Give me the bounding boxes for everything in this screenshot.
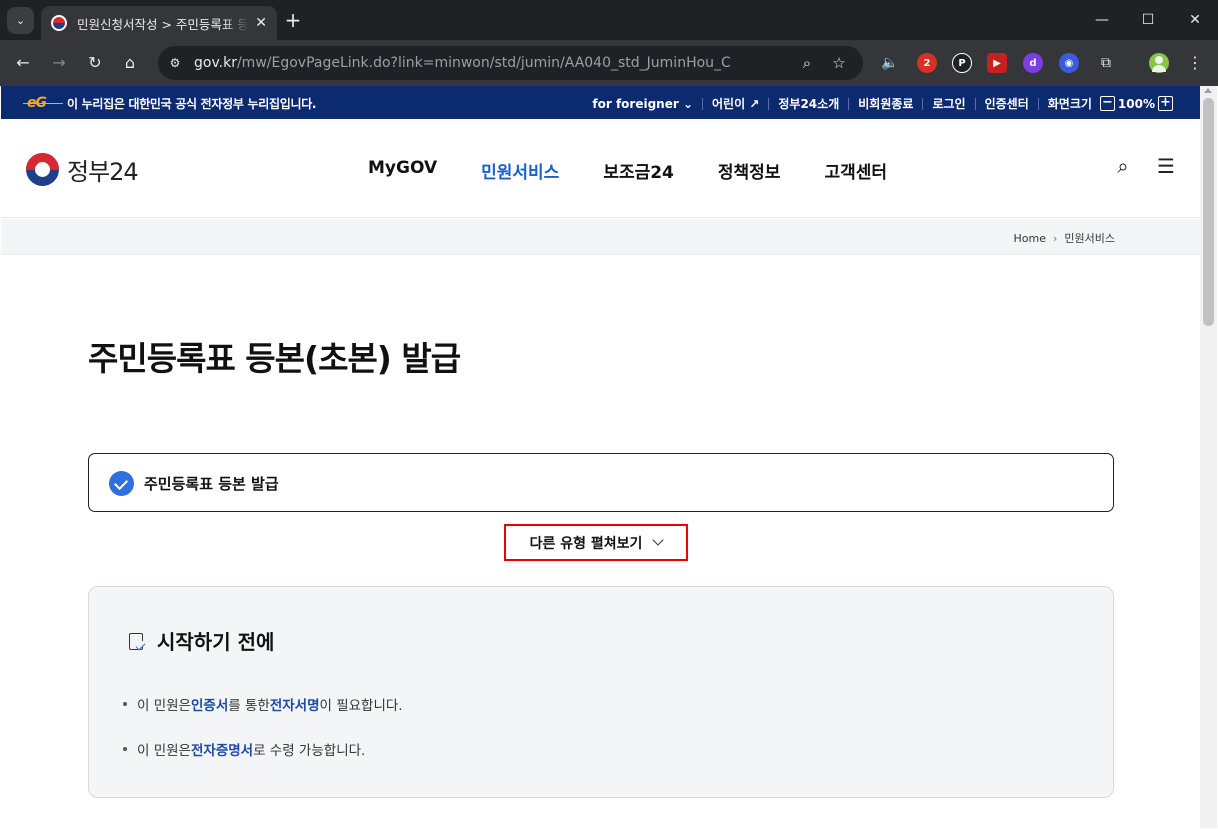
info-heading: 시작하기 전에 — [127, 626, 274, 655]
gov-notice: 이 누리집은 대한민국 공식 전자정부 누리집입니다. — [67, 97, 317, 111]
tab-title: 민원신청서작성 > 주민등록표 등본 — [77, 16, 250, 32]
esign-link: 전자서명 — [269, 698, 320, 714]
gov24-logo[interactable]: 정부24 — [26, 152, 139, 187]
nav-customer-center[interactable]: 고객센터 — [824, 158, 887, 183]
breadcrumb: Home › 민원서비스 — [1014, 230, 1116, 246]
utility-links: for foreigner ⌄ 어린이 ↗ 정부24소개 비회원종료 로그인 인… — [592, 95, 1176, 112]
cert-link: 인증서 — [190, 698, 229, 714]
bullet-icon — [123, 702, 127, 706]
ext-purple-icon[interactable]: d — [1023, 53, 1043, 73]
tab-close-icon[interactable]: ✕ — [255, 15, 267, 31]
nav-subsidy[interactable]: 보조금24 — [603, 158, 674, 183]
selected-type-label: 주민등록표 등본 발급 — [144, 475, 279, 493]
browser-menu-icon[interactable]: ⋮ — [1184, 52, 1206, 74]
ext-colorful-icon[interactable]: ◉ — [1059, 53, 1079, 73]
for-foreigner-link[interactable]: for foreigner ⌄ — [592, 97, 693, 111]
site-header: 정부24 MyGOV 민원서비스 보조금24 정책정보 고객센터 ⌕ ☰ — [1, 119, 1200, 218]
browser-titlebar: ⌄ 민원신청서작성 > 주민등록표 등본 ✕ + — ☐ ✕ — [0, 0, 1218, 40]
scroll-up-icon[interactable] — [1204, 88, 1212, 93]
media-speaker-icon[interactable]: 🔈 — [879, 52, 901, 74]
bullet-icon — [123, 747, 127, 751]
url-text[interactable]: gov.kr/mw/EgovPageLink.do?link=minwon/st… — [194, 55, 731, 71]
expand-label: 다른 유형 펼쳐보기 — [529, 535, 643, 552]
gov-banner: eG 이 누리집은 대한민국 공식 전자정부 누리집입니다. for forei… — [1, 86, 1200, 119]
kids-link[interactable]: 어린이 ↗ — [712, 95, 759, 112]
active-tab[interactable]: 민원신청서작성 > 주민등록표 등본 ✕ — [41, 6, 277, 40]
nav-policy[interactable]: 정책정보 — [718, 158, 781, 183]
home-button[interactable]: ⌂ — [119, 52, 141, 74]
breadcrumb-current[interactable]: 민원서비스 — [1064, 230, 1115, 246]
about-link[interactable]: 정부24소개 — [778, 95, 839, 112]
zoom-out-button[interactable]: − — [1099, 96, 1115, 111]
info-item: 이 민원은 인증서 를 통한 전자서명 이 필요합니다. — [123, 694, 403, 714]
page-viewport: eG 이 누리집은 대한민국 공식 전자정부 누리집입니다. for forei… — [1, 86, 1200, 828]
checklist-icon — [127, 631, 147, 651]
zoom-level: 100% — [1117, 96, 1155, 111]
egov-logo: eG — [23, 95, 63, 111]
chevron-down-icon — [652, 534, 665, 546]
guest-logout-link[interactable]: 비회원종료 — [858, 95, 913, 112]
page-title: 주민등록표 등본(초본) 발급 — [88, 339, 461, 378]
screen-size-label: 화면크기 — [1047, 97, 1092, 111]
e-certificate-link: 전자증명서 — [190, 743, 254, 759]
forward-button[interactable]: → — [48, 52, 70, 74]
before-you-start-box: 시작하기 전에 이 민원은 인증서 를 통한 전자서명 이 필요합니다. 이 민원은… — [88, 586, 1114, 798]
profile-avatar[interactable] — [1149, 53, 1169, 73]
page-scrollbar[interactable] — [1200, 86, 1217, 828]
new-tab-button[interactable]: + — [283, 9, 303, 31]
selected-service-type[interactable]: 주민등록표 등본 발급 — [88, 453, 1114, 512]
breadcrumb-band: Home › 민원서비스 — [1, 219, 1200, 255]
bookmark-star-icon[interactable]: ☆ — [830, 54, 848, 72]
zoom-in-button[interactable]: + — [1158, 96, 1173, 111]
info-item: 이 민원은 전자증명서 로 수령 가능합니다. — [123, 739, 365, 759]
nav-civil-service[interactable]: 민원서비스 — [481, 158, 559, 183]
cert-center-link[interactable]: 인증센터 — [985, 95, 1029, 112]
search-icon[interactable]: ⌕ — [1112, 155, 1134, 177]
chevron-right-icon: › — [1052, 231, 1058, 245]
expand-other-types-button[interactable]: 다른 유형 펼쳐보기 — [504, 524, 688, 561]
extensions-puzzle-icon[interactable]: ⧉ — [1095, 52, 1117, 74]
scroll-thumb[interactable] — [1203, 98, 1214, 326]
address-bar[interactable]: ⚙ gov.kr/mw/EgovPageLink.do?link=minwon/… — [158, 46, 863, 80]
back-button[interactable]: ← — [12, 52, 34, 74]
site-favicon-icon — [51, 15, 67, 31]
login-link[interactable]: 로그인 — [932, 95, 965, 112]
site-info-icon[interactable]: ⚙ — [166, 54, 184, 72]
check-circle-icon — [109, 471, 134, 496]
minimize-button[interactable]: — — [1092, 10, 1112, 30]
main-nav: MyGOV 민원서비스 보조금24 정책정보 고객센터 — [368, 158, 931, 183]
taegeuk-icon — [26, 153, 59, 186]
logo-text: 정부24 — [67, 158, 139, 186]
reload-button[interactable]: ↻ — [84, 52, 106, 74]
ext-red-badge-icon[interactable]: 2 — [917, 53, 937, 73]
breadcrumb-home[interactable]: Home — [1014, 232, 1046, 245]
browser-toolbar: ← → ↻ ⌂ ⚙ gov.kr/mw/EgovPageLink.do?link… — [0, 40, 1218, 86]
hamburger-menu-icon[interactable]: ☰ — [1155, 155, 1177, 177]
tab-search-button[interactable]: ⌄ — [7, 7, 34, 34]
ext-red-square-icon[interactable]: ▶ — [987, 53, 1007, 73]
zoom-lens-icon[interactable]: ⌕ — [798, 54, 816, 72]
maximize-button[interactable]: ☐ — [1138, 10, 1158, 30]
nav-mygov[interactable]: MyGOV — [368, 158, 437, 183]
close-window-button[interactable]: ✕ — [1185, 10, 1205, 30]
ext-dark-p-icon[interactable]: P — [952, 53, 972, 73]
